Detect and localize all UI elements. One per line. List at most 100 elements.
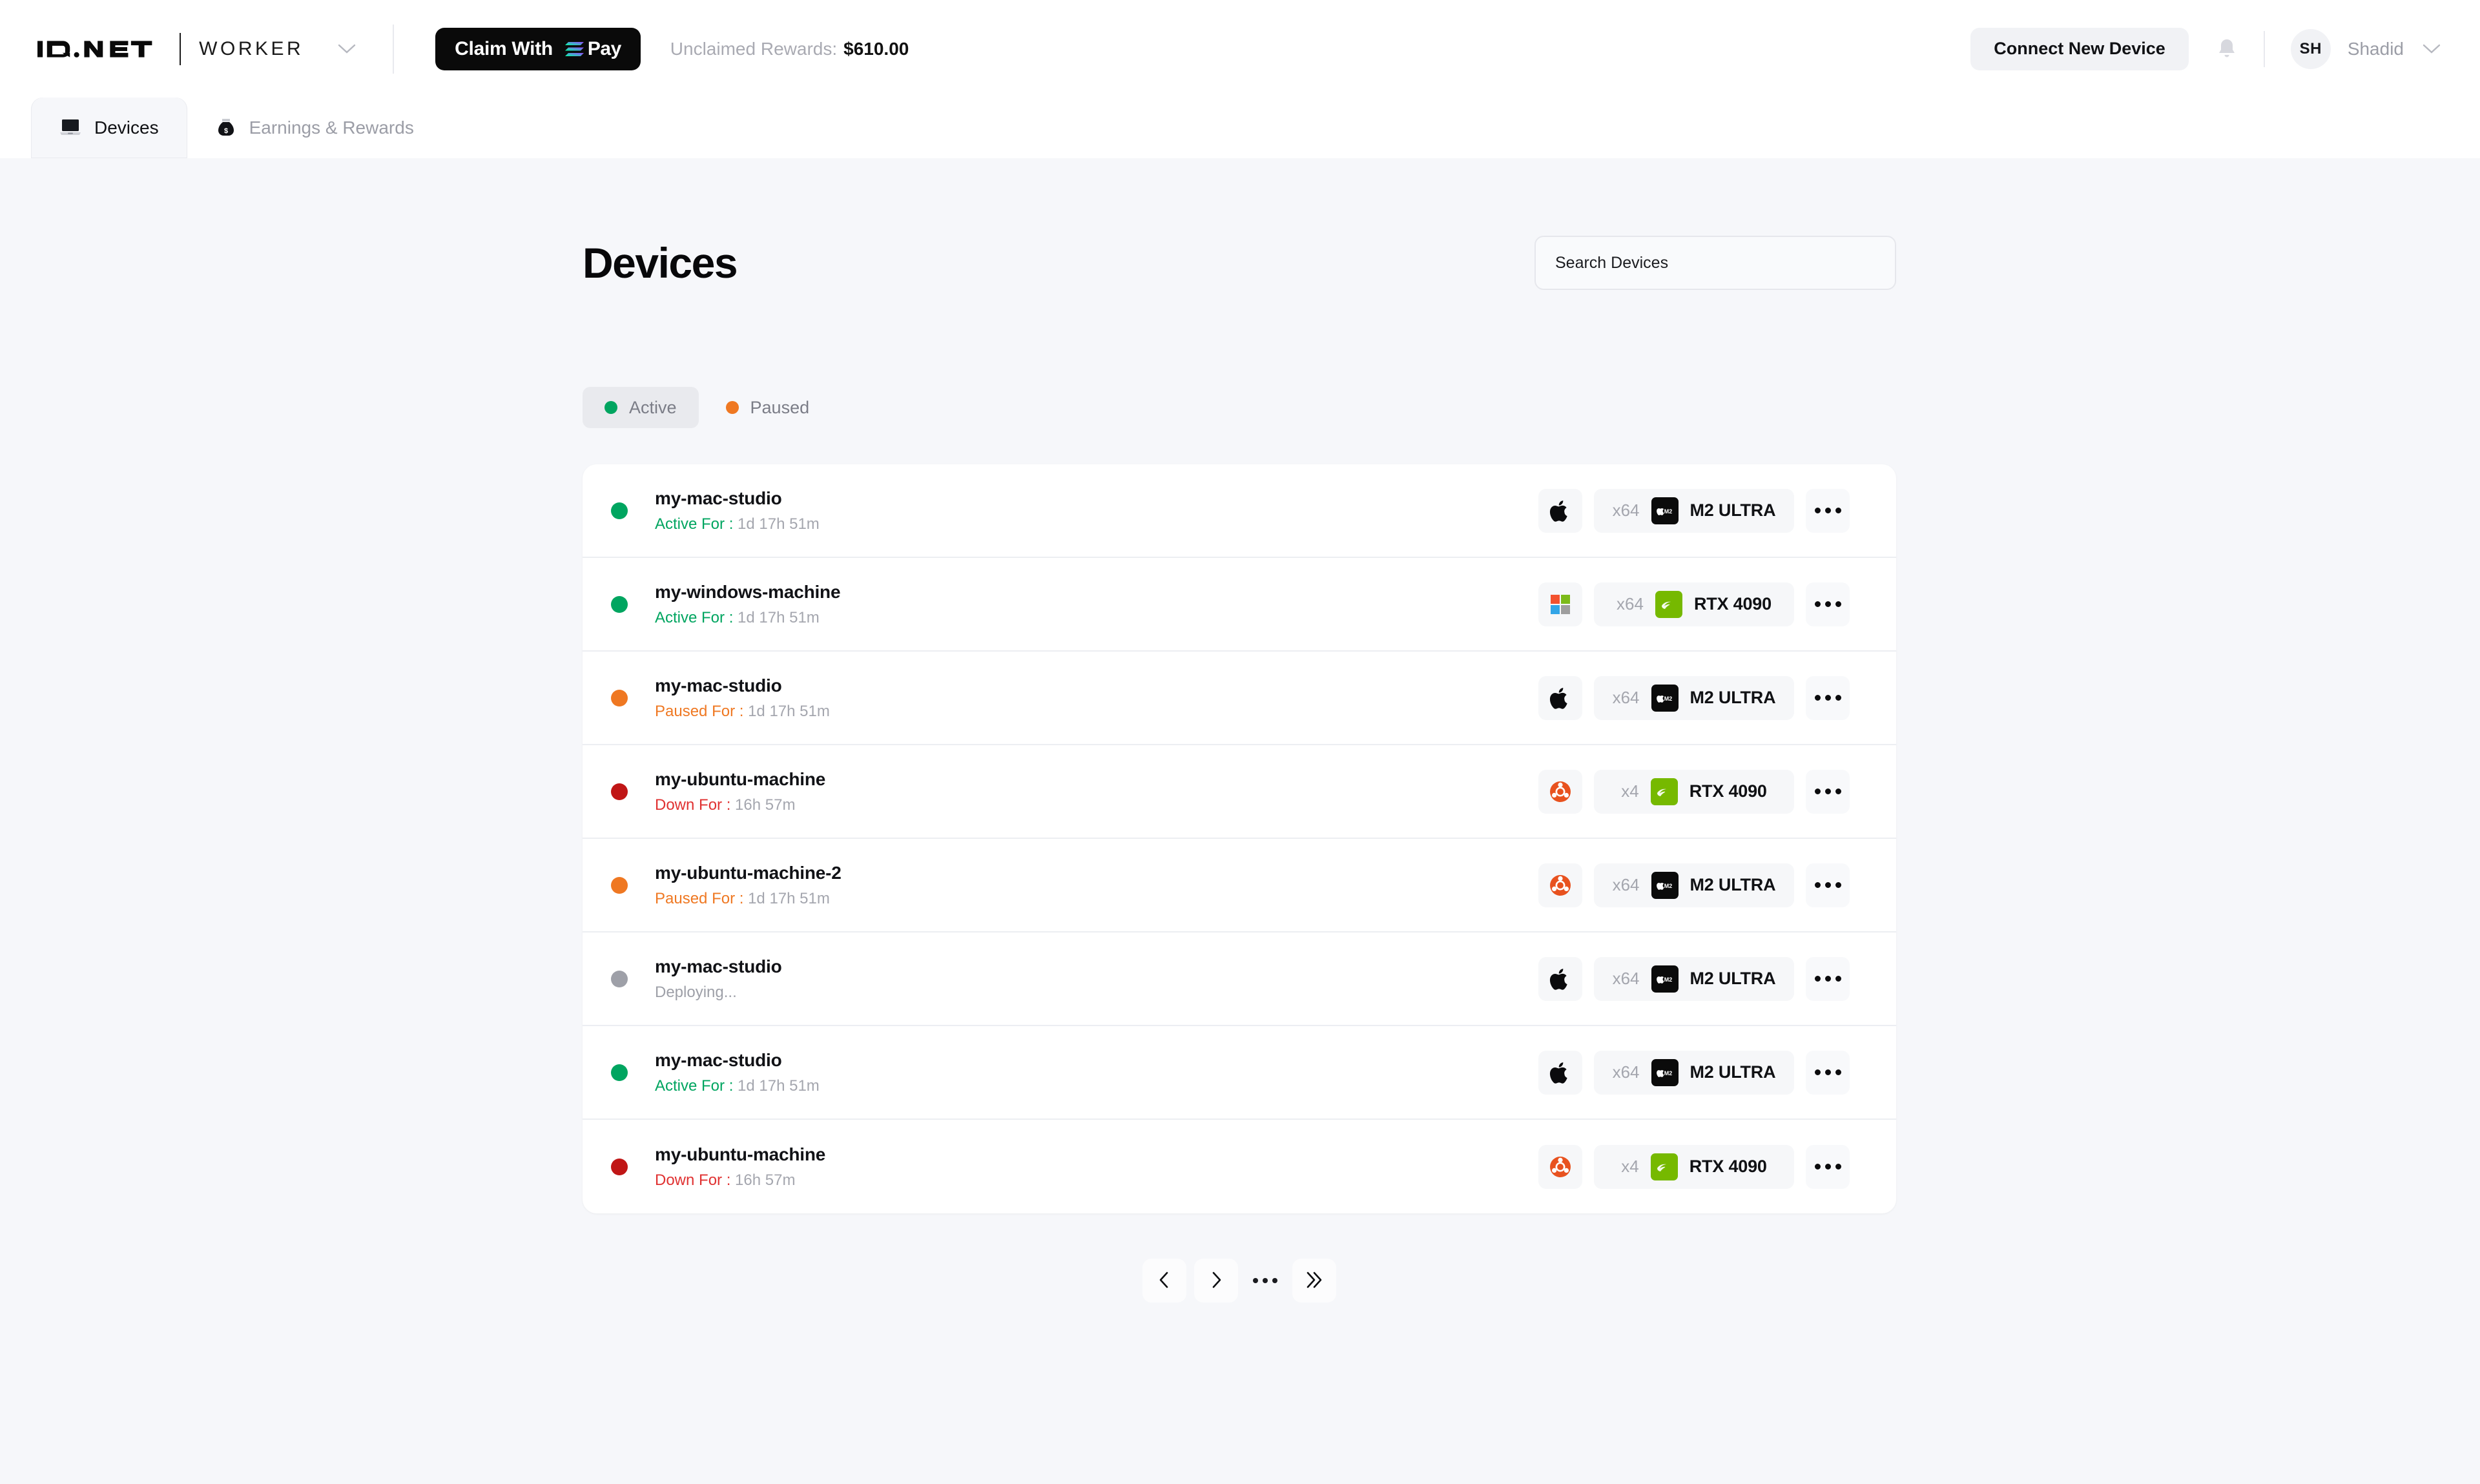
gpu-name: RTX 4090 — [1689, 1157, 1767, 1176]
filter-paused[interactable]: Paused — [704, 387, 832, 428]
apple-icon — [1538, 956, 1582, 1001]
more-options-icon[interactable] — [1806, 1050, 1850, 1095]
device-status-dot — [611, 595, 628, 613]
connect-new-device-button[interactable]: Connect New Device — [1970, 27, 2189, 70]
svg-text:M2: M2 — [1664, 1069, 1672, 1076]
device-status: Active For : 1d 17h 51m — [655, 515, 820, 533]
gpu-count: x64 — [1612, 875, 1640, 894]
device-status-time: 16h 57m — [735, 1171, 796, 1189]
device-status: Active For : 1d 17h 51m — [655, 1077, 820, 1095]
device-status-dot — [611, 970, 628, 987]
user-divider — [2263, 30, 2265, 67]
device-name: my-mac-studio — [655, 1049, 782, 1070]
gpu-count: x64 — [1612, 1062, 1640, 1082]
device-row[interactable]: my-mac-studio Paused For : 1d 17h 51m x64 M… — [583, 652, 1896, 745]
device-status-time: 1d 17h 51m — [748, 702, 830, 720]
gpu-chip: x4 RTX 4090 — [1594, 769, 1794, 814]
more-options-icon[interactable] — [1806, 956, 1850, 1001]
device-info: my-ubuntu-machine-2 Paused For : 1d 17h 5… — [655, 863, 842, 908]
more-options-icon[interactable] — [1806, 1144, 1850, 1189]
device-row[interactable]: my-mac-studio Active For : 1d 17h 51m x64 M… — [583, 464, 1896, 558]
gpu-count: x4 — [1621, 781, 1639, 801]
device-status: Paused For : 1d 17h 51m — [655, 890, 842, 908]
next-page[interactable] — [1194, 1259, 1238, 1303]
avatar[interactable]: SH — [2290, 28, 2331, 69]
nvidia-icon — [1650, 1153, 1678, 1180]
device-row[interactable]: my-mac-studio Deploying... x64 M2 M2 ULTRA — [583, 933, 1896, 1026]
gpu-name: RTX 4090 — [1693, 594, 1772, 613]
device-row-right: x64 M2 M2 ULTRA — [1538, 488, 1850, 533]
device-row[interactable]: my-ubuntu-machine-2 Paused For : 1d 17h 5… — [583, 839, 1896, 933]
more-options-icon[interactable] — [1806, 488, 1850, 533]
device-row-right: x64 RTX 4090 — [1538, 582, 1850, 626]
tab-earnings-rewards[interactable]: $ Earnings & Rewards — [187, 98, 442, 158]
more-options-icon[interactable] — [1806, 863, 1850, 907]
page-body: Devices Active Paused my-mac-studio Activ… — [0, 158, 2480, 1484]
device-name: my-mac-studio — [655, 675, 782, 696]
device-info: my-mac-studio Deploying... — [655, 956, 782, 1002]
device-status-dot — [611, 876, 628, 894]
device-row[interactable]: my-ubuntu-machine Down For : 16h 57m x4 RTX… — [583, 1120, 1896, 1213]
gpu-chip: x64 RTX 4090 — [1594, 582, 1794, 626]
chevron-left-icon — [1156, 1270, 1173, 1292]
device-row[interactable]: my-windows-machine Active For : 1d 17h 51… — [583, 558, 1896, 652]
device-status-time: 16h 57m — [735, 796, 796, 814]
brand-area[interactable]: WORKER — [37, 0, 356, 98]
nvidia-icon — [1655, 590, 1682, 618]
top-bar-right: Connect New Device SH Shadid — [1970, 27, 2441, 70]
more-options-icon[interactable] — [1806, 769, 1850, 814]
device-status: Down For : 16h 57m — [655, 1171, 825, 1190]
svg-text:$: $ — [224, 127, 228, 135]
gpu-count: x64 — [1612, 500, 1640, 520]
tab-devices[interactable]: Devices — [31, 98, 187, 158]
pagination — [583, 1259, 1896, 1303]
apple-icon — [1538, 675, 1582, 720]
prev-page[interactable] — [1142, 1259, 1186, 1303]
device-info: my-ubuntu-machine Down For : 16h 57m — [655, 1144, 825, 1190]
solana-pay-group: Pay — [564, 38, 621, 60]
gpu-count: x64 — [1612, 969, 1640, 988]
device-status-label: Paused For : — [655, 702, 744, 720]
last-page[interactable] — [1292, 1259, 1336, 1303]
content-column: Devices Active Paused my-mac-studio Activ… — [583, 158, 1896, 1303]
user-name: Shadid — [2347, 38, 2404, 59]
svg-text:M2: M2 — [1664, 882, 1672, 889]
device-row[interactable]: my-mac-studio Active For : 1d 17h 51m x64 M… — [583, 1026, 1896, 1120]
device-status-dot — [611, 502, 628, 519]
device-status-label: Active For : — [655, 1077, 734, 1095]
more-pages[interactable] — [1246, 1278, 1285, 1283]
apple-icon — [1538, 488, 1582, 533]
device-status: Paused For : 1d 17h 51m — [655, 703, 830, 721]
chevron-double-right-icon — [1304, 1270, 1325, 1292]
device-info: my-windows-machine Active For : 1d 17h 51… — [655, 582, 841, 627]
device-status: Deploying... — [655, 984, 782, 1002]
nvidia-icon — [1650, 778, 1678, 805]
gpu-name: M2 ULTRA — [1690, 1062, 1776, 1082]
device-row-right: x64 M2 M2 ULTRA — [1538, 1050, 1850, 1095]
gpu-chip: x64 M2 M2 ULTRA — [1594, 488, 1794, 533]
tab-bar: Devices $ Earnings & Rewards — [0, 98, 2480, 158]
more-options-icon[interactable] — [1806, 675, 1850, 720]
ellipsis-icon — [1272, 1278, 1277, 1283]
claim-with-pay-button[interactable]: Claim With Pay — [435, 27, 641, 70]
device-status-label: Active For : — [655, 608, 734, 626]
device-status-dot — [611, 689, 628, 706]
device-row[interactable]: my-ubuntu-machine Down For : 16h 57m x4 RTX… — [583, 745, 1896, 839]
device-row-right: x64 M2 M2 ULTRA — [1538, 675, 1850, 720]
device-status-dot — [611, 783, 628, 800]
device-status-label: Active For : — [655, 515, 734, 533]
search-input[interactable] — [1534, 236, 1896, 290]
device-status-dot — [611, 1064, 628, 1081]
device-status-time: 1d 17h 51m — [738, 608, 820, 626]
filter-active[interactable]: Active — [583, 387, 699, 428]
gpu-name: M2 ULTRA — [1690, 500, 1776, 520]
filter-paused-label: Paused — [750, 397, 810, 417]
bell-icon[interactable] — [2216, 37, 2238, 61]
windows-icon — [1538, 582, 1582, 626]
chevron-down-icon[interactable] — [2422, 43, 2441, 55]
more-options-icon[interactable] — [1806, 582, 1850, 626]
chevron-down-icon[interactable] — [337, 43, 356, 55]
io-net-logo-icon — [37, 40, 152, 57]
unclaimed-rewards-label: Unclaimed Rewards: — [670, 38, 838, 59]
gpu-count: x64 — [1612, 688, 1640, 707]
